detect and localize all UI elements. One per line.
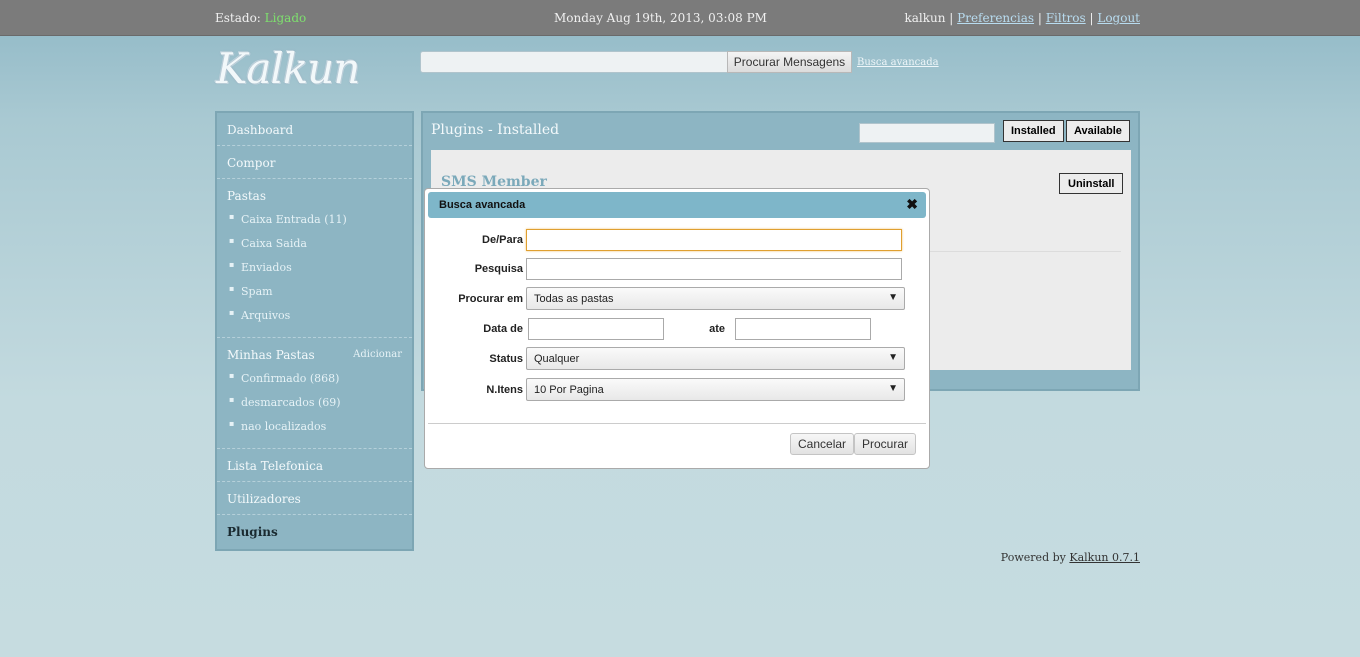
- from-to-label: De/Para: [482, 234, 523, 246]
- uninstall-button[interactable]: Uninstall: [1059, 173, 1124, 194]
- my-folders-title: Minhas Pastas: [227, 348, 315, 362]
- sidebar-section-folders: Pastas Caixa Entrada (11) Caixa Saida En…: [217, 179, 412, 338]
- items-per-page-select[interactable]: 10 Por Pagina ▼: [526, 378, 905, 401]
- status-label: Estado:: [215, 11, 261, 25]
- dropdown-arrow-icon: ▼: [888, 292, 898, 303]
- items-select-value: 10 Por Pagina: [534, 384, 604, 396]
- advanced-search-dialog: Busca avancada ✖ De/Para Pesquisa Procur…: [424, 188, 930, 469]
- footer: Powered by Kalkun 0.7.1: [1001, 551, 1140, 564]
- sidebar-item-compose[interactable]: Compor: [217, 146, 412, 179]
- from-to-input[interactable]: [526, 229, 902, 251]
- folder-nao-localizados[interactable]: nao localizados: [227, 416, 402, 440]
- sidebar-item-label: Lista Telefonica: [227, 459, 323, 473]
- folder-confirmado[interactable]: Confirmado (868): [227, 368, 402, 392]
- items-label: N.Itens: [486, 384, 523, 396]
- folder-sent[interactable]: Enviados: [227, 257, 402, 281]
- folder-spam[interactable]: Spam: [227, 281, 402, 305]
- status-label: Status: [489, 353, 523, 365]
- search-messages-button[interactable]: Procurar Mensagens: [727, 51, 852, 73]
- add-folder-link[interactable]: Adicionar: [353, 349, 402, 360]
- folder-archive[interactable]: Arquivos: [227, 305, 402, 329]
- tab-installed[interactable]: Installed: [1003, 120, 1064, 142]
- footer-prefix: Powered by: [1000, 551, 1066, 564]
- date-from-label: Data de: [483, 323, 523, 335]
- folder-select[interactable]: Todas as pastas ▼: [526, 287, 905, 310]
- dialog-header[interactable]: Busca avancada ✖: [428, 192, 926, 218]
- tab-available[interactable]: Available: [1066, 120, 1130, 142]
- sidebar-item-phonebook[interactable]: Lista Telefonica: [217, 449, 412, 482]
- cancel-button[interactable]: Cancelar: [790, 433, 855, 455]
- status-select-value: Qualquer: [534, 353, 580, 365]
- sidebar-item-label: Dashboard: [227, 123, 294, 137]
- sidebar-section-title: Minhas Pastas Adicionar: [227, 348, 402, 362]
- folder-inbox[interactable]: Caixa Entrada (11): [227, 209, 402, 233]
- folder-outbox[interactable]: Caixa Saida: [227, 233, 402, 257]
- kalkun-logo[interactable]: Kalkun: [216, 44, 360, 96]
- query-input[interactable]: [526, 258, 902, 280]
- folder-desmarcados[interactable]: desmarcados (69): [227, 392, 402, 416]
- sidebar: Dashboard Compor Pastas Caixa Entrada (1…: [215, 111, 414, 551]
- sidebar-item-label: Plugins: [227, 525, 278, 539]
- date-to-input[interactable]: [735, 318, 871, 340]
- dropdown-arrow-icon: ▼: [888, 352, 898, 363]
- search-input[interactable]: [420, 51, 728, 73]
- advanced-search-link[interactable]: Busca avancada: [857, 57, 939, 68]
- sidebar-item-dashboard[interactable]: Dashboard: [217, 113, 412, 146]
- sidebar-item-label: Utilizadores: [227, 492, 301, 506]
- sidebar-item-plugins[interactable]: Plugins: [217, 515, 412, 547]
- dialog-title: Busca avancada: [439, 199, 526, 211]
- plugin-search-input[interactable]: [859, 123, 995, 143]
- folder-select-value: Todas as pastas: [534, 293, 614, 305]
- dropdown-arrow-icon: ▼: [888, 383, 898, 394]
- top-bar: Estado: Ligado Monday Aug 19th, 2013, 03…: [0, 0, 1360, 36]
- sidebar-section-title: Pastas: [227, 189, 266, 203]
- preferences-link[interactable]: Preferencias: [957, 11, 1034, 25]
- username: kalkun: [904, 11, 946, 25]
- date-to-label: ate: [709, 323, 725, 335]
- connection-status: Estado: Ligado: [215, 11, 306, 25]
- sidebar-item-label: Compor: [227, 156, 276, 170]
- kalkun-version-link[interactable]: Kalkun 0.7.1: [1069, 551, 1140, 564]
- user-menu: kalkun | Preferencias | Filtros | Logout: [904, 11, 1140, 25]
- current-date: Monday Aug 19th, 2013, 03:08 PM: [554, 11, 767, 25]
- divider: [428, 423, 926, 424]
- query-label: Pesquisa: [474, 263, 523, 275]
- page-title: Plugins - Installed: [431, 122, 560, 138]
- folder-label: Procurar em: [458, 293, 523, 305]
- sidebar-section-my-folders: Minhas Pastas Adicionar Confirmado (868)…: [217, 338, 412, 449]
- sidebar-item-users[interactable]: Utilizadores: [217, 482, 412, 515]
- search-button[interactable]: Procurar: [854, 433, 917, 455]
- status-select[interactable]: Qualquer ▼: [526, 347, 905, 370]
- status-value: Ligado: [264, 11, 307, 25]
- close-icon[interactable]: ✖: [906, 196, 918, 213]
- logout-link[interactable]: Logout: [1097, 11, 1140, 25]
- filters-link[interactable]: Filtros: [1046, 11, 1086, 25]
